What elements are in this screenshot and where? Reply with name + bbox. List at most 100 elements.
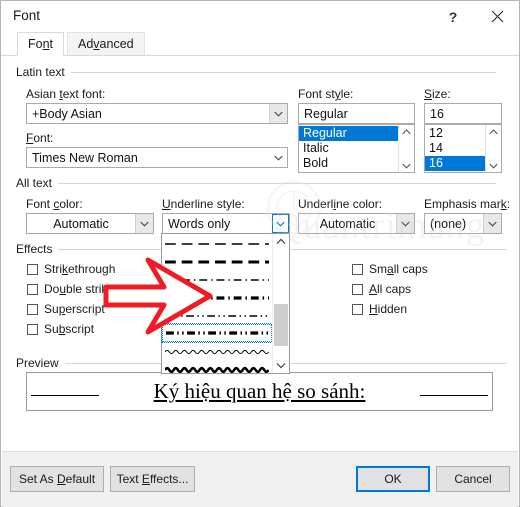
size-label: Size: <box>424 87 451 101</box>
tab-font-label: Font <box>28 37 54 51</box>
chevron-up-icon[interactable] <box>489 125 498 138</box>
underline-option-dash-dot-dot-thin[interactable] <box>162 306 272 324</box>
size-input[interactable]: 16 <box>424 103 502 124</box>
emphasis-mark-value: (none) <box>430 216 467 231</box>
title-bar: Font ? <box>1 1 519 32</box>
checkbox-all-caps[interactable]: All caps <box>352 282 411 296</box>
checkbox-box[interactable] <box>352 263 363 275</box>
checkbox-strikethrough[interactable]: Strikethrough <box>27 262 115 276</box>
preview-trailing-rule <box>420 395 488 396</box>
list-item[interactable]: 12 <box>425 126 485 141</box>
checkbox-box[interactable] <box>352 303 363 315</box>
font-style-scrollbar[interactable] <box>398 125 414 172</box>
underline-style-combo[interactable]: Words only <box>162 213 290 234</box>
underline-option-dash-dot-thick[interactable] <box>162 288 272 306</box>
checkbox-box[interactable] <box>352 283 363 295</box>
underline-style-dropdown[interactable] <box>161 233 290 374</box>
help-icon[interactable]: ? <box>431 1 475 32</box>
checkbox-double-strikethrough[interactable]: Double strikethrough <box>27 282 155 296</box>
underline-style-options <box>161 234 273 374</box>
checkbox-label: Double strikethrough <box>44 282 155 296</box>
chevron-up-icon[interactable] <box>273 234 289 249</box>
cancel-button[interactable]: Cancel <box>436 466 510 492</box>
list-item[interactable]: Regular <box>299 126 398 141</box>
list-item[interactable]: Italic <box>299 141 398 156</box>
underline-option-wave-thick[interactable] <box>162 360 272 378</box>
font-style-input[interactable]: Regular <box>298 103 415 124</box>
chevron-down-icon[interactable] <box>273 358 289 373</box>
asian-text-font-combo[interactable]: +Body Asian <box>26 103 288 124</box>
underline-dropdown-scrollbar[interactable] <box>272 234 289 373</box>
emphasis-mark-combo[interactable]: (none) <box>424 213 502 234</box>
tab-advanced[interactable]: Advanced <box>67 32 145 56</box>
font-panel: Quantrimang Latin text Asian text font: … <box>2 56 518 451</box>
window-title: Font <box>13 8 41 23</box>
chevron-down-icon[interactable] <box>396 214 414 233</box>
font-color-value: Automatic <box>53 216 109 231</box>
font-style-label: Font style: <box>298 87 354 101</box>
checkbox-hidden[interactable]: Hidden <box>352 302 407 316</box>
list-item[interactable]: 14 <box>425 141 485 156</box>
checkbox-label: Small caps <box>369 262 428 276</box>
underline-style-value: Words only <box>168 216 231 231</box>
underline-color-value: Automatic <box>319 216 376 231</box>
group-latin-text: Latin text <box>16 65 506 79</box>
tab-advanced-label: Advanced <box>78 37 134 51</box>
checkbox-label: Hidden <box>369 302 408 316</box>
underline-option-dash-dot-thin[interactable] <box>162 270 272 288</box>
emphasis-mark-label: Emphasis mark: <box>424 197 511 211</box>
set-as-default-label: Set As Default <box>18 472 96 486</box>
ok-button[interactable]: OK <box>356 466 430 492</box>
preview-text: Ký hiệu quan hệ so sánh: <box>154 379 366 404</box>
underline-option-dash-dot-dot-thick[interactable] <box>161 323 273 343</box>
underline-style-label: Underline style: <box>162 197 245 211</box>
chevron-up-icon[interactable] <box>402 125 411 138</box>
close-icon[interactable] <box>475 1 519 32</box>
underline-option-wave-thin[interactable] <box>162 342 272 360</box>
group-rule <box>70 71 496 73</box>
list-item[interactable]: 16 <box>425 156 485 171</box>
chevron-down-icon[interactable] <box>135 214 153 233</box>
underline-option-dash-thin[interactable] <box>162 234 272 252</box>
checkbox-small-caps[interactable]: Small caps <box>352 262 428 276</box>
preview-sample-text: Ký hiệu quan hệ so sánh: <box>153 379 366 403</box>
size-scrollbar[interactable] <box>485 125 501 172</box>
scrollbar-thumb[interactable] <box>274 304 288 346</box>
font-dialog: Font ? Font Advanced Quantrimang Latin t… <box>0 0 520 507</box>
chevron-down-icon[interactable] <box>272 214 289 233</box>
asian-text-font-label: Asian text font: <box>26 87 106 101</box>
group-all-text: All text <box>16 176 506 190</box>
chevron-down-icon[interactable] <box>270 148 287 167</box>
dialog-footer: Set As Default Text Effects... OK Cancel <box>2 451 518 507</box>
checkbox-box[interactable] <box>27 323 38 335</box>
ok-label: OK <box>384 472 402 486</box>
chevron-down-icon[interactable] <box>489 159 498 172</box>
chevron-down-icon[interactable] <box>483 214 501 233</box>
group-rule <box>58 182 497 184</box>
checkbox-label: Subscript <box>44 322 95 336</box>
text-effects-label: Text Effects... <box>116 472 189 486</box>
asian-text-font-value: +Body Asian <box>32 106 102 121</box>
chevron-down-icon[interactable] <box>402 159 411 172</box>
checkbox-box[interactable] <box>27 303 38 315</box>
underline-option-dash-thick[interactable] <box>162 252 272 270</box>
group-all-text-label: All text <box>16 176 53 190</box>
checkbox-box[interactable] <box>27 283 38 295</box>
font-style-items: Regular Italic Bold <box>299 125 398 172</box>
group-latin-text-label: Latin text <box>16 65 65 79</box>
checkbox-box[interactable] <box>27 263 38 275</box>
underline-color-label: Underline color: <box>298 197 383 211</box>
underline-color-combo[interactable]: Automatic <box>298 213 415 234</box>
checkbox-subscript[interactable]: Subscript <box>27 322 94 336</box>
font-color-combo[interactable]: Automatic <box>26 213 154 234</box>
checkbox-superscript[interactable]: Superscript <box>27 302 105 316</box>
text-effects-button[interactable]: Text Effects... <box>110 466 195 492</box>
size-listbox[interactable]: 12 14 16 <box>424 124 502 173</box>
list-item[interactable]: Bold <box>299 156 398 171</box>
tab-font[interactable]: Font <box>17 32 65 56</box>
font-combo[interactable]: Times New Roman <box>26 147 288 168</box>
chevron-down-icon[interactable] <box>269 104 287 123</box>
font-style-listbox[interactable]: Regular Italic Bold <box>298 124 415 173</box>
cancel-label: Cancel <box>454 472 492 486</box>
set-as-default-button[interactable]: Set As Default <box>10 466 104 492</box>
